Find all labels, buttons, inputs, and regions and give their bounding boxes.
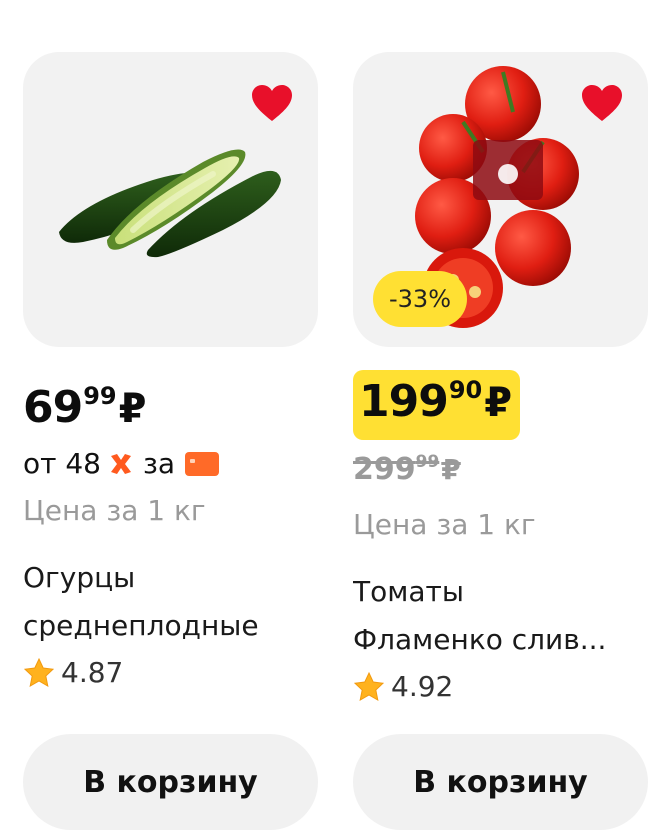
old-currency-symbol: ₽: [441, 453, 461, 486]
add-to-cart-button[interactable]: В корзину: [23, 734, 318, 830]
bank-card-icon: [185, 451, 220, 476]
star-icon: [353, 671, 385, 701]
unit-price-label: Цена за 1 кг: [353, 508, 536, 541]
discount-badge: -33%: [373, 271, 468, 327]
product-image-container[interactable]: [23, 52, 318, 347]
price-kopecks: 90: [448, 376, 483, 404]
add-to-cart-button[interactable]: В корзину: [353, 734, 648, 830]
bonus-x-icon: [111, 453, 131, 474]
currency-symbol: ₽: [118, 386, 147, 432]
unit-price-label: Цена за 1 кг: [23, 494, 206, 527]
promo-prefix: от: [23, 447, 57, 480]
product-name-line-2: Фламенко слив...: [353, 623, 607, 656]
currency-symbol: ₽: [484, 380, 513, 426]
old-price-main: 299: [353, 452, 416, 487]
promo-amount: 48: [65, 447, 101, 480]
product-image-container[interactable]: -33%: [353, 52, 648, 347]
product-card-cucumbers[interactable]: 6999₽ от 48 за Цена за 1 кг Огурцы средн…: [23, 52, 318, 833]
price-main: 199: [359, 376, 449, 427]
product-name-line-1: Огурцы: [23, 561, 136, 594]
old-price: 29999₽: [353, 452, 461, 487]
favorite-button[interactable]: [580, 82, 624, 126]
product-rating: 4.87: [23, 656, 123, 689]
old-price-kopecks: 99: [415, 452, 440, 472]
product-name[interactable]: Томаты Фламенко слив...: [353, 568, 648, 664]
product-name[interactable]: Огурцы среднеплодные: [23, 554, 318, 650]
rating-value: 4.87: [61, 656, 124, 689]
star-icon: [23, 657, 55, 687]
sale-price-highlight: 19990₽: [353, 370, 521, 440]
heart-icon: [582, 85, 622, 121]
product-name-line-1: Томаты: [353, 575, 464, 608]
heart-icon: [252, 85, 292, 121]
promo-middle: за: [143, 447, 176, 480]
product-card-tomatoes[interactable]: -33% 19990₽ 29999₽ Цена за 1 кг Томаты Ф…: [353, 52, 648, 833]
product-name-line-2: среднеплодные: [23, 609, 259, 642]
current-price: 6999₽: [23, 382, 146, 433]
rating-value: 4.92: [391, 670, 454, 703]
price-kopecks: 99: [83, 382, 117, 410]
bonus-promo[interactable]: от 48 за: [23, 447, 220, 480]
current-price: 19990₽: [359, 376, 512, 427]
favorite-button[interactable]: [250, 82, 294, 126]
product-rating: 4.92: [353, 670, 453, 703]
price-main: 69: [23, 382, 83, 433]
